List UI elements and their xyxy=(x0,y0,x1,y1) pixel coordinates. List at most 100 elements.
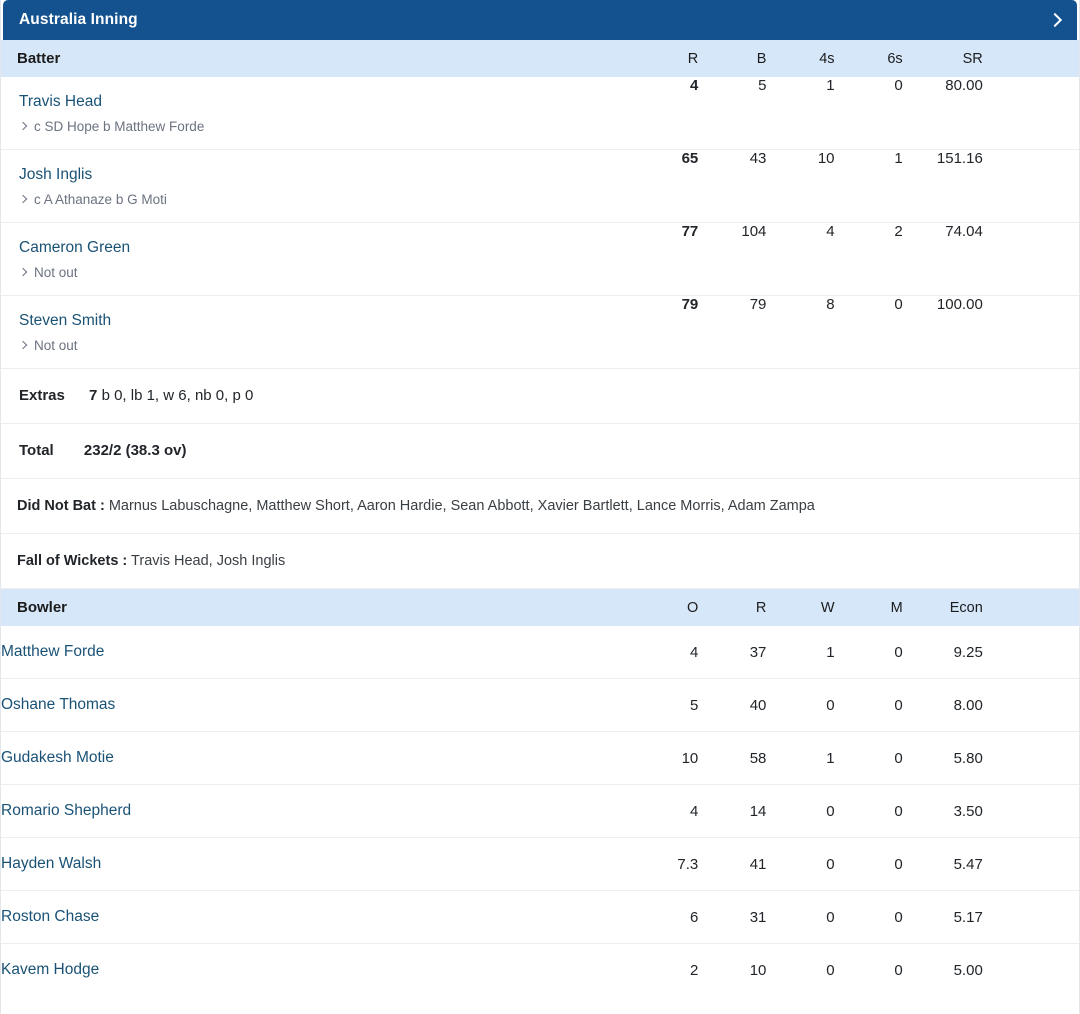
table-row[interactable]: Oshane Thomas 5 40 0 0 8.00 xyxy=(1,678,1079,732)
batter-dismissal-text: c SD Hope b Matthew Forde xyxy=(34,119,205,134)
table-row[interactable]: Romario Shepherd 4 14 0 0 3.50 xyxy=(1,784,1079,838)
table-row[interactable]: Hayden Walsh 7.3 41 0 0 5.47 xyxy=(1,837,1079,891)
scorecard-card: Australia Inning Batter R B 4s 6s SR Tra… xyxy=(0,0,1080,1014)
bowler-runs: 31 xyxy=(698,890,767,944)
row-spacer xyxy=(983,944,1079,997)
table-row[interactable]: Steven Smith Not out 79 79 8 0 100.00 xyxy=(1,295,1079,369)
bowling-header-row: Bowler O R W M Econ xyxy=(1,589,1079,626)
inning-header[interactable]: Australia Inning xyxy=(3,0,1077,40)
bowler-overs: 7.3 xyxy=(630,837,699,891)
chevron-right-icon xyxy=(19,268,28,277)
batting-header-runs: R xyxy=(630,40,699,77)
batter-name-link[interactable]: Steven Smith xyxy=(19,311,630,331)
row-spacer xyxy=(982,222,1079,296)
table-row[interactable]: Kavem Hodge 2 10 0 0 5.00 xyxy=(1,944,1079,997)
batter-fours: 8 xyxy=(766,295,835,369)
bowler-name-link[interactable]: Hayden Walsh xyxy=(1,854,630,874)
batter-dismissal[interactable]: Not out xyxy=(19,337,630,354)
total-label: Total xyxy=(19,442,54,459)
bowler-wickets: 1 xyxy=(766,626,835,679)
bowler-economy: 5.17 xyxy=(902,890,983,944)
bowler-economy: 5.00 xyxy=(953,961,983,979)
extras-row: Extras 7 b 0, lb 1, w 6, nb 0, p 0 xyxy=(1,368,1079,424)
batter-name-cell: Cameron Green Not out xyxy=(1,222,631,296)
batter-dismissal[interactable]: c SD Hope b Matthew Forde xyxy=(19,118,630,135)
bowler-overs: 4 xyxy=(630,784,699,838)
batter-fours: 10 xyxy=(766,149,835,223)
batting-header-batter: Batter xyxy=(1,40,631,77)
bowler-wickets: 0 xyxy=(766,784,835,838)
batter-runs: 65 xyxy=(630,149,699,223)
total-row: Total 232/2 (38.3 ov) xyxy=(1,423,1079,479)
bowler-name-link[interactable]: Roston Chase xyxy=(1,907,630,927)
bowling-header-economy: Econ xyxy=(902,589,983,626)
batting-header-sixes: 6s xyxy=(834,40,903,77)
bowler-maidens: 0 xyxy=(834,626,903,679)
batter-runs: 4 xyxy=(630,77,699,150)
batter-fours: 4 xyxy=(766,222,835,296)
row-spacer xyxy=(982,837,1079,891)
batter-name-link[interactable]: Travis Head xyxy=(19,92,630,112)
batter-dismissal-text: Not out xyxy=(34,338,78,353)
row-spacer xyxy=(982,784,1079,838)
bowler-name-cell: Romario Shepherd xyxy=(1,784,631,838)
table-row[interactable]: Travis Head c SD Hope b Matthew Forde 4 … xyxy=(1,77,1079,150)
bowler-economy: 9.25 xyxy=(902,626,983,679)
row-spacer xyxy=(982,890,1079,944)
batter-name-link[interactable]: Josh Inglis xyxy=(19,165,630,185)
batter-balls: 79 xyxy=(698,295,767,369)
bowler-name-link[interactable]: Matthew Forde xyxy=(1,642,630,662)
bowler-wickets: 0 xyxy=(826,961,835,979)
table-row[interactable]: Gudakesh Motie 10 58 1 0 5.80 xyxy=(1,731,1079,785)
inning-title: Australia Inning xyxy=(19,11,138,28)
bowling-header-bowler: Bowler xyxy=(1,589,631,626)
bowler-wickets: 1 xyxy=(766,731,835,785)
batter-dismissal[interactable]: c A Athanaze b G Moti xyxy=(19,191,630,208)
row-spacer xyxy=(982,149,1079,223)
did-not-bat-label: Did Not Bat : xyxy=(17,498,105,514)
table-row[interactable]: Roston Chase 6 31 0 0 5.17 xyxy=(1,890,1079,944)
batter-runs: 77 xyxy=(630,222,699,296)
batter-dismissal[interactable]: Not out xyxy=(19,264,630,281)
batting-header-row: Batter R B 4s 6s SR xyxy=(1,40,1079,77)
fall-of-wickets-players: Travis Head, Josh Inglis xyxy=(131,553,286,569)
bowling-header-spacer xyxy=(982,589,1079,626)
chevron-right-icon xyxy=(19,195,28,204)
row-spacer xyxy=(982,626,1079,679)
batting-header-spacer xyxy=(982,40,1079,77)
batter-balls: 5 xyxy=(698,77,767,150)
table-row[interactable]: Cameron Green Not out 77 104 4 2 74.04 xyxy=(1,222,1079,296)
row-spacer xyxy=(982,731,1079,785)
bowler-name-link[interactable]: Gudakesh Motie xyxy=(1,748,630,768)
bowler-runs: 41 xyxy=(698,837,767,891)
extras-value: 7 xyxy=(89,387,98,404)
table-row[interactable]: Matthew Forde 4 37 1 0 9.25 xyxy=(1,626,1079,679)
bowler-name-cell: Kavem Hodge xyxy=(1,944,630,997)
bowler-name-link[interactable]: Kavem Hodge xyxy=(1,960,630,980)
bowler-name-cell: Gudakesh Motie xyxy=(1,731,631,785)
batter-sixes: 0 xyxy=(834,295,903,369)
batter-name-link[interactable]: Cameron Green xyxy=(19,238,630,258)
fall-of-wickets-cell: Fall of Wickets : Travis Head, Josh Ingl… xyxy=(1,533,1079,589)
bowler-name-link[interactable]: Oshane Thomas xyxy=(1,695,630,715)
did-not-bat-players: Marnus Labuschagne, Matthew Short, Aaron… xyxy=(108,498,815,514)
bowler-economy: 5.47 xyxy=(902,837,983,891)
bowling-header-overs: O xyxy=(630,589,699,626)
batting-table-body: Travis Head c SD Hope b Matthew Forde 4 … xyxy=(1,77,1079,589)
did-not-bat-row: Did Not Bat : Marnus Labuschagne, Matthe… xyxy=(1,478,1079,534)
did-not-bat-cell: Did Not Bat : Marnus Labuschagne, Matthe… xyxy=(1,478,1079,534)
batter-strikerate: 80.00 xyxy=(902,77,983,150)
bowling-header-wickets: W xyxy=(766,589,835,626)
chevron-right-icon[interactable] xyxy=(1047,12,1063,28)
bowler-runs: 37 xyxy=(698,626,767,679)
table-row[interactable]: Josh Inglis c A Athanaze b G Moti 65 43 … xyxy=(1,149,1079,223)
fall-of-wickets-label: Fall of Wickets : xyxy=(17,553,128,569)
batting-header-balls: B xyxy=(698,40,767,77)
batter-strikerate: 74.04 xyxy=(902,222,983,296)
chevron-right-icon xyxy=(19,122,28,131)
bowler-economy: 5.80 xyxy=(902,731,983,785)
bowler-name-link[interactable]: Romario Shepherd xyxy=(1,801,630,821)
bowler-runs: 14 xyxy=(698,784,767,838)
batter-balls: 104 xyxy=(698,222,767,296)
batter-name-cell: Travis Head c SD Hope b Matthew Forde xyxy=(1,77,631,150)
